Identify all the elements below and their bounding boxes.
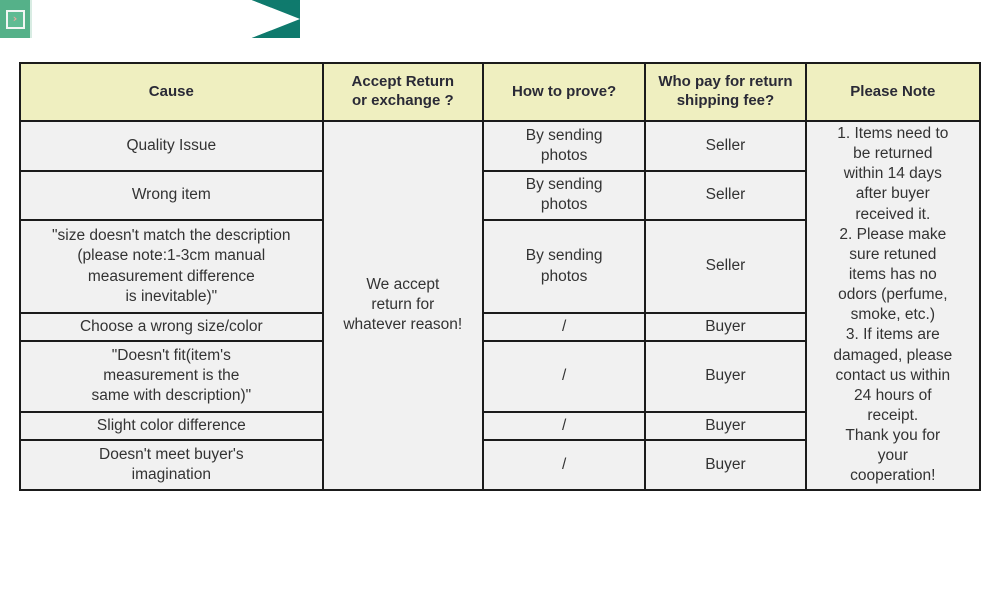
prove-line: photos	[540, 196, 588, 214]
cell-prove-3: /	[483, 313, 645, 340]
page-title: Return Policy	[46, 4, 245, 34]
prove-line: photos	[540, 146, 588, 164]
header-accept-line1: Accept Return	[351, 73, 455, 91]
cause-line: "size doesn't match the description	[52, 227, 291, 245]
note-line: within 14 days	[843, 165, 942, 183]
cell-who-0: Seller	[646, 122, 805, 170]
cell-prove-5: /	[483, 413, 645, 439]
return-policy-table: Cause Accept Return or exchange ? How to…	[19, 62, 981, 491]
cause-line: measurement difference	[87, 267, 255, 285]
cell-cause-5: Slight color difference	[21, 413, 322, 439]
cell-cause-1: Wrong item	[21, 171, 322, 220]
cell-prove-4: /	[483, 341, 645, 412]
prove-line: photos	[540, 267, 588, 285]
cause-line: measurement is the	[103, 367, 240, 385]
cell-cause-3: Choose a wrong size/color	[21, 313, 322, 340]
cell-cause-2: "size doesn't match the description (ple…	[21, 221, 322, 312]
accept-line3: whatever reason!	[343, 316, 463, 334]
accept-line2: return for	[371, 296, 435, 314]
cause-line: Doesn't meet buyer's	[99, 445, 244, 463]
note-line: 2. Please make	[839, 225, 947, 243]
cause-line: same with description)"	[91, 387, 252, 405]
cell-cause-6: Doesn't meet buyer's imagination	[21, 440, 322, 489]
cause-line: Choose a wrong size/color	[79, 317, 263, 335]
header-who-line2: shipping fee?	[676, 92, 775, 109]
note-line: your	[877, 447, 908, 465]
header-accept-return: Accept Return or exchange ?	[323, 64, 482, 120]
cell-prove-1: By sending photos	[483, 171, 645, 220]
header-how-to-prove: How to prove?	[483, 64, 645, 120]
banner-title-plate: Return Policy	[32, 0, 300, 38]
note-line: receipt.	[867, 406, 919, 424]
cell-prove-2: By sending photos	[483, 221, 645, 312]
cause-line: imagination	[131, 465, 211, 483]
prove-line: By sending	[525, 126, 603, 144]
prove-line: By sending	[525, 176, 603, 194]
cause-line: (please note:1-3cm manual	[77, 247, 266, 265]
note-line: items has no	[848, 265, 937, 283]
cell-prove-6: /	[483, 440, 645, 489]
note-line: damaged, please	[833, 346, 953, 364]
header-cause: Cause	[21, 64, 322, 120]
cell-accept-merged: We accept return for whatever reason!	[323, 122, 482, 489]
chevron-right-icon: ›	[5, 9, 25, 29]
prove-line: By sending	[525, 247, 603, 265]
note-line: 3. If items are	[845, 326, 940, 344]
note-line: be returned	[853, 145, 933, 163]
note-line: sure retuned	[849, 245, 937, 263]
cell-who-2: Seller	[646, 221, 805, 312]
note-line: contact us within	[835, 366, 951, 384]
cell-note-merged: 1. Items need to be returned within 14 d…	[806, 122, 979, 489]
table-row: Quality Issue We accept return for whate…	[21, 122, 979, 489]
accept-line1: We accept	[366, 276, 440, 294]
cell-who-5: Buyer	[646, 413, 805, 439]
cell-who-6: Buyer	[646, 440, 805, 489]
note-line: 1. Items need to	[837, 125, 949, 142]
note-line: received it.	[855, 205, 931, 223]
cell-prove-0: By sending photos	[483, 122, 645, 170]
cell-cause-0: Quality Issue	[21, 122, 322, 170]
cell-who-3: Buyer	[646, 313, 805, 340]
header-who-line1: Who pay for return	[658, 73, 793, 91]
cause-line: Quality Issue	[126, 136, 217, 154]
header-who-pays: Who pay for return shipping fee?	[646, 64, 805, 120]
note-line: cooperation!	[850, 467, 936, 485]
cause-line: is inevitable)"	[125, 287, 218, 305]
cell-cause-4: "Doesn't fit(item's measurement is the s…	[21, 341, 322, 412]
note-line: odors (perfume,	[838, 286, 948, 304]
page-banner: › Return Policy	[0, 0, 300, 38]
cell-who-1: Seller	[646, 171, 805, 220]
banner-icon-box: ›	[0, 0, 32, 38]
cause-line: "Doesn't fit(item's	[111, 347, 231, 365]
cause-line: Wrong item	[131, 186, 211, 204]
note-line: 24 hours of	[854, 386, 932, 404]
header-please-note: Please Note	[806, 64, 979, 120]
cause-line: Slight color difference	[96, 416, 246, 434]
note-line: Thank you for	[845, 427, 941, 445]
header-accept-line2: or exchange ?	[351, 92, 454, 109]
note-line: after buyer	[855, 185, 930, 203]
banner-notch-shape	[32, 0, 300, 38]
return-policy-table-wrap: Cause Accept Return or exchange ? How to…	[19, 62, 981, 491]
note-line: smoke, etc.)	[850, 306, 936, 324]
table-header-row: Cause Accept Return or exchange ? How to…	[21, 64, 979, 120]
cell-who-4: Buyer	[646, 341, 805, 412]
